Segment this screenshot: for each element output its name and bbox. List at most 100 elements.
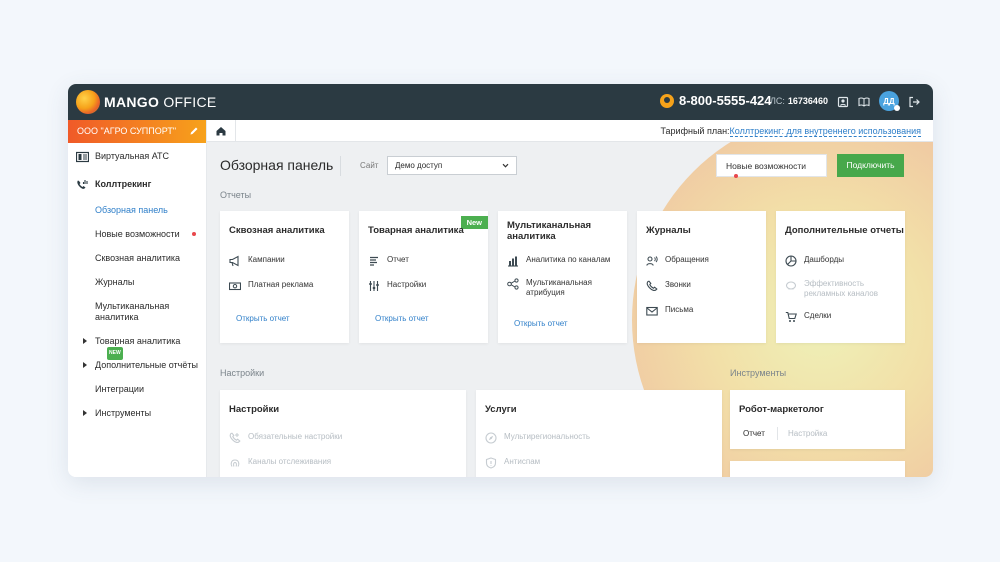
card-extra-reports: Дополнительные отчеты Дашборды Эффективн…	[776, 211, 905, 343]
company-selector[interactable]: ООО "АГРО СУППОРТ"	[68, 120, 206, 143]
card-item-label: Аналитика по каналам	[526, 255, 611, 264]
card-item-report[interactable]: Отчет	[368, 255, 409, 267]
sidebar-item-integrations[interactable]: Интеграции	[68, 384, 207, 395]
app-window: MANGO OFFICE 8-800-5555-424 ЛС: 16736460 …	[68, 84, 933, 477]
top-bar: MANGO OFFICE 8-800-5555-424 ЛС: 16736460 …	[68, 84, 933, 120]
card-item-campaigns[interactable]: Кампании	[229, 255, 285, 267]
card-title: Сквозная аналитика	[229, 225, 325, 236]
card-robot-marketer: Робот-маркетолог Отчет Настройка	[730, 390, 905, 449]
sidebar-item-label: Сквозная аналитика	[95, 253, 181, 263]
logo-text[interactable]: MANGO OFFICE	[104, 94, 217, 110]
expand-arrow-icon	[83, 410, 87, 416]
new-features-button[interactable]: Новые возможности	[716, 154, 827, 178]
sidebar-item-product-analytics[interactable]: Товарная аналитикаNEW	[68, 336, 207, 360]
tab-report[interactable]: Отчет	[743, 429, 765, 438]
bar-chart-icon	[507, 255, 519, 267]
sidebar-item-label: Мультиканальная аналитика	[95, 301, 170, 322]
megaphone-icon	[229, 255, 241, 267]
notification-dot	[734, 174, 738, 178]
sidebar-item-calltracking[interactable]: Коллтрекинг	[68, 179, 207, 190]
tariff-plan: Тарифный план:Коллтрекинг: для внутренне…	[660, 126, 921, 137]
cart-icon	[785, 311, 797, 323]
piggy-bank-icon	[785, 279, 797, 291]
sidebar-item-journals[interactable]: Журналы	[68, 277, 207, 288]
sidebar-item-label: Интеграции	[95, 384, 144, 394]
card-item-label: Дашборды	[804, 255, 844, 264]
card-item-label: Настройки	[387, 280, 427, 289]
open-report-link[interactable]: Открыть отчет	[514, 319, 568, 328]
page-title: Обзорная панель	[220, 157, 334, 173]
card-item-paid-ads[interactable]: Платная реклама	[229, 280, 313, 292]
call-tracking-icon	[76, 179, 89, 191]
sidebar-item-virtual-pbx[interactable]: Виртуальная АТС	[68, 151, 207, 163]
card-item-label: Звонки	[665, 280, 691, 289]
card-item-multiregion: Мультирегиональность	[485, 432, 590, 444]
mango-logo-icon[interactable]	[76, 90, 100, 114]
shield-icon	[485, 457, 497, 469]
card-title: Настройки	[229, 404, 280, 415]
card-item-label: Каналы отслеживания	[248, 457, 332, 466]
pencil-icon[interactable]	[189, 126, 199, 136]
logout-icon[interactable]	[908, 96, 920, 108]
person-voice-icon	[646, 255, 658, 267]
new-badge: New	[460, 216, 488, 229]
divider	[777, 427, 778, 440]
sidebar-item-label: Инструменты	[95, 408, 152, 418]
sidebar-item-tools[interactable]: Инструменты	[68, 408, 207, 419]
contacts-icon[interactable]	[837, 96, 849, 108]
card-item-channel-efficiency: Эффективность рекламных каналов	[785, 279, 897, 299]
logo-light: OFFICE	[159, 94, 217, 110]
company-name: ООО "АГРО СУППОРТ"	[77, 126, 177, 136]
sidebar-item-new-features[interactable]: Новые возможности	[68, 229, 207, 240]
tab-settings[interactable]: Настройка	[788, 429, 827, 438]
card-item-requests[interactable]: Обращения	[646, 255, 709, 267]
compass-icon	[485, 432, 497, 444]
card-item-label: Обязательные настройки	[248, 432, 343, 441]
site-select-value: Демо доступ	[395, 161, 443, 170]
logo-bold: MANGO	[104, 94, 160, 110]
sidebar-item-extra-reports[interactable]: Дополнительные отчёты	[68, 360, 207, 371]
divider	[340, 156, 341, 176]
card-item-label: Отчет	[387, 255, 409, 264]
site-select[interactable]: Демо доступ	[387, 156, 517, 175]
card-item-label: Обращения	[665, 255, 709, 264]
phone-icon	[646, 280, 658, 292]
account-label: ЛС:	[770, 96, 785, 106]
expand-arrow-icon	[83, 338, 87, 344]
card-title: Дополнительные отчеты	[785, 225, 904, 236]
open-report-link[interactable]: Открыть отчет	[375, 314, 429, 323]
card-item-letters[interactable]: Письма	[646, 305, 693, 317]
sidebar-item-label: Коллтрекинг	[95, 179, 152, 189]
breadcrumb-bar: Тарифный план:Коллтрекинг: для внутренне…	[207, 120, 933, 142]
card-item-calls[interactable]: Звонки	[646, 280, 691, 292]
home-icon[interactable]	[215, 125, 227, 137]
card-title: Мультиканальная аналитика	[507, 220, 592, 242]
card-item-deals[interactable]: Сделки	[785, 311, 831, 323]
headset-icon	[660, 93, 674, 108]
card-tool-next	[730, 461, 905, 477]
network-icon	[507, 278, 519, 290]
section-reports: Отчеты	[220, 190, 252, 200]
account-number: ЛС: 16736460	[770, 96, 828, 106]
card-item-label: Кампании	[248, 255, 285, 264]
support-phone[interactable]: 8-800-5555-424	[660, 93, 772, 108]
card-item-dashboards[interactable]: Дашборды	[785, 255, 844, 267]
card-journals: Журналы Обращения Звонки Письма	[637, 211, 766, 343]
open-report-link[interactable]: Открыть отчет	[236, 314, 290, 323]
section-settings: Настройки	[220, 368, 265, 378]
help-book-icon[interactable]	[858, 96, 870, 108]
tariff-link[interactable]: Коллтрекинг: для внутреннего использован…	[729, 126, 921, 137]
section-tools: Инструменты	[730, 368, 787, 378]
card-title: Услуги	[485, 404, 517, 415]
sidebar-item-end-to-end[interactable]: Сквозная аналитика	[68, 253, 207, 264]
card-settings: Настройки Обязательные настройки Каналы …	[220, 390, 466, 477]
sidebar-item-label: Виртуальная АТС	[95, 151, 170, 161]
money-icon	[229, 280, 241, 292]
card-item-settings[interactable]: Настройки	[368, 280, 426, 292]
sidebar-item-multichannel[interactable]: Мультиканальная аналитика	[68, 301, 178, 323]
sidebar-item-label: Обзорная панель	[95, 205, 168, 215]
connect-button[interactable]: Подключить	[837, 154, 904, 177]
sidebar-item-overview[interactable]: Обзорная панель	[68, 205, 207, 216]
card-item-channel-analytics[interactable]: Аналитика по каналам	[507, 255, 610, 267]
card-item-attribution[interactable]: Мультиканальная атрибуция	[507, 278, 617, 298]
